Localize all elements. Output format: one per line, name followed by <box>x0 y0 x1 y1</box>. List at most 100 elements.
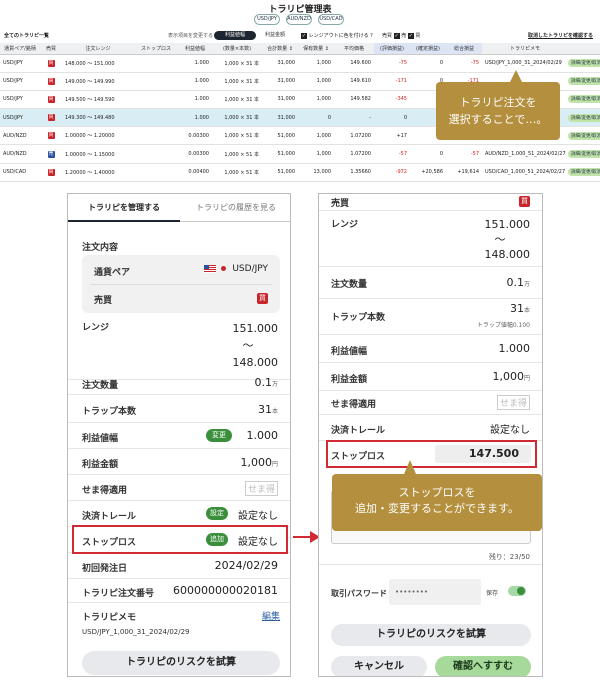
r-width-label: 利益値幅 <box>331 347 368 357</box>
memo-block: トラリピメモ 編集 USD/JPY_1,000_31_2024/02/29 <box>68 603 290 649</box>
r-qty-value: 0.1 <box>506 276 524 289</box>
side-badge: 売 <box>47 150 55 158</box>
memo-edit-link[interactable]: 編集 <box>262 609 280 622</box>
amount-label: 利益金額 <box>82 460 119 470</box>
r-width-row: 利益値幅 1.000 <box>319 335 542 363</box>
cell-range: 149.500 〜 149.590 <box>62 90 134 110</box>
pair-filter-usdcad[interactable]: USD/CAD <box>318 14 344 25</box>
r-password-label: 取引パスワード <box>331 589 387 598</box>
row-action-button[interactable]: 詳細/変更/取消 <box>568 77 600 86</box>
r-amount-label: 利益金額 <box>331 375 368 385</box>
amount-value: 1,000 <box>240 456 272 469</box>
cell-total: 51,000 <box>262 144 298 164</box>
trail-set-button[interactable]: 設定 <box>206 507 228 520</box>
header-eval: (評価損益) <box>374 43 410 55</box>
width-change-button[interactable]: 変更 <box>206 429 232 442</box>
row-action-button[interactable]: 詳細/変更/取消 <box>568 59 600 68</box>
range-sep: 〜 <box>242 339 254 352</box>
r-cancel-button[interactable]: キャンセル <box>331 656 427 676</box>
cell-action: 詳細/変更/取消 <box>568 163 600 182</box>
cell-holding: 13,000 <box>298 163 334 182</box>
pair-side-box: 通貨ペア USD/JPY 売買 買 <box>82 255 280 313</box>
side-badge: 買 <box>47 95 55 103</box>
cell-pl: +19,614 <box>446 163 482 182</box>
cell-action: 詳細/変更/取消 <box>568 144 600 164</box>
row-action-button[interactable]: 詳細/変更/取消 <box>568 131 600 140</box>
header-total[interactable]: 合計数量 ↕ <box>262 43 298 55</box>
r-semate-row: せま得適用 せま得 <box>319 391 542 415</box>
r-confirm-button[interactable]: 確認へすすむ <box>435 656 531 676</box>
buy-checkbox[interactable]: ✓ <box>407 32 414 39</box>
cell-eval: -972 <box>374 163 410 182</box>
cell-profit-width: 1.000 <box>178 54 212 73</box>
memo-label: トラリピメモ <box>82 613 137 623</box>
r-trail-label: 決済トレール <box>331 426 386 436</box>
r-save-toggle[interactable] <box>508 586 526 596</box>
header-profit-width: 利益値幅 <box>178 43 212 55</box>
cell-qty: 1,000 × 51 本 <box>212 126 262 146</box>
display-change-label[interactable]: 表示項目を変更する <box>168 32 213 39</box>
cell-range: 1.20000 〜 1.40000 <box>62 163 134 182</box>
cell-holding: 0 <box>298 108 334 128</box>
cell-stoploss <box>134 126 178 146</box>
range-color-checkbox[interactable]: ✓ <box>301 32 307 39</box>
tab-manage[interactable]: トラリピを管理する <box>68 194 180 222</box>
r-side-badge: 買 <box>519 196 530 207</box>
sell-checkbox[interactable]: ✓ <box>393 32 400 39</box>
cell-profit-width: 0.00400 <box>178 163 212 182</box>
r-risk-simulate-button[interactable]: トラリピのリスクを試算 <box>331 624 531 646</box>
cell-pair: USD/JPY <box>0 72 40 91</box>
right-panel-edit: 売買 買 レンジ 151.000 〜 148.000 注文数量 0.1万 トラッ… <box>318 193 543 677</box>
row-action-button[interactable]: 詳細/変更/取消 <box>568 150 600 159</box>
range-label: レンジ <box>82 323 110 333</box>
cell-fixed: 0 <box>410 54 446 73</box>
cell-fixed: 0 <box>410 144 446 164</box>
cancelled-link[interactable]: 取消したトラリピを確認する <box>528 32 593 39</box>
r-amount-unit: 円 <box>523 375 530 382</box>
toggle-profit-amount[interactable]: 利益金額 <box>258 31 292 40</box>
amount-row: 利益金額 1,000円 <box>68 449 290 475</box>
cell-action: 詳細/変更/取消 <box>568 108 600 128</box>
header-stoploss: ストップロス <box>134 43 178 55</box>
row-action-button[interactable]: 詳細/変更/取消 <box>568 95 600 104</box>
pair-filter-usdjpy[interactable]: USD/JPY <box>254 14 280 25</box>
cell-pair: USD/JPY <box>0 108 40 128</box>
r-traps-label: トラップ本数 <box>331 313 386 323</box>
cell-holding: 1,000 <box>298 72 334 91</box>
qty-row: 注文数量 0.1万 <box>68 370 290 395</box>
cell-avg: 149.600 <box>334 54 374 73</box>
tab-history[interactable]: トラリピの履歴を見る <box>180 194 290 222</box>
toggle-profit-width[interactable]: 利益値幅 <box>214 31 256 40</box>
r-semate-icon: せま得 <box>496 395 530 410</box>
risk-simulate-button[interactable]: トラリピのリスクを試算 <box>82 651 280 675</box>
section-title: 注文内容 <box>82 243 119 253</box>
r-side-label: 売買 <box>331 199 350 209</box>
header-action <box>568 43 600 55</box>
cell-holding: 1,000 <box>298 54 334 73</box>
cell-eval: -75 <box>374 54 410 73</box>
table-row[interactable]: USD/CAD 買 1.20000 〜 1.40000 0.00400 1,000 × … <box>0 163 600 182</box>
cell-side: 売 <box>40 144 62 164</box>
r-stoploss-highlight <box>326 440 537 468</box>
r-traps-value: 31 <box>509 302 524 315</box>
row-action-button[interactable]: 詳細/変更/取消 <box>568 113 600 122</box>
cell-range: 1.00000 〜 1.20000 <box>62 126 134 146</box>
range-high: 151.000 <box>232 322 279 335</box>
cell-qty: 1,000 × 31 本 <box>212 108 262 128</box>
row-action-button[interactable]: 詳細/変更/取消 <box>568 168 600 177</box>
cell-side: 買 <box>40 126 62 146</box>
header-holding[interactable]: 保有数量 ↕ <box>298 43 334 55</box>
r-trail-row: 決済トレール 設定なし <box>319 415 542 441</box>
pair-filter-audnzd[interactable]: AUD/NZD <box>286 14 312 25</box>
amount-unit: 円 <box>271 461 278 468</box>
r-password-input[interactable]: •••••••• <box>389 579 481 605</box>
cell-pair: AUD/NZD <box>0 126 40 146</box>
r-qty-label: 注文数量 <box>331 280 368 290</box>
cell-profit-width: 0.00300 <box>178 144 212 164</box>
cell-total: 51,000 <box>262 126 298 146</box>
table-row[interactable]: AUD/NZD 売 1.00000 〜 1.15000 0.00300 1,000 × … <box>0 144 600 164</box>
order-no-label: トラリピ注文番号 <box>82 589 155 599</box>
qty-label: 注文数量 <box>82 381 119 391</box>
first-order-value: 2024/02/29 <box>214 559 278 572</box>
r-save-label: 保存 <box>486 590 499 597</box>
